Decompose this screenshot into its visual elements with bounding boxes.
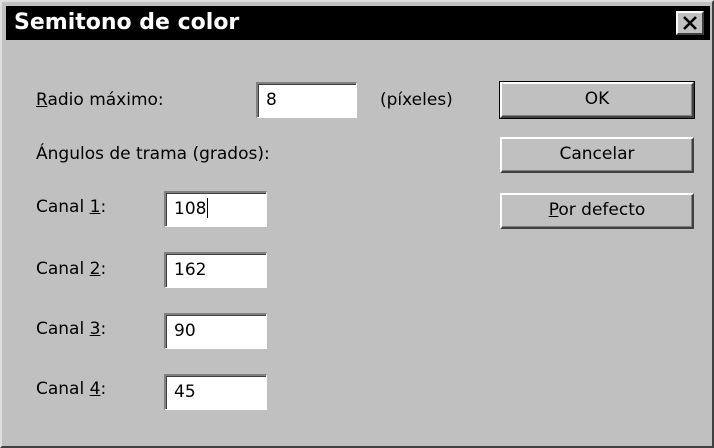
- channel-4-label-suffix: :: [100, 379, 107, 399]
- channel-2-mnemonic: 2: [89, 259, 101, 279]
- channel-1-label-suffix: :: [100, 197, 107, 217]
- max-radius-label: Radio máximo:: [36, 90, 164, 110]
- channel-2-label: Canal 2:: [36, 259, 106, 279]
- window-title: Semitono de color: [14, 10, 240, 35]
- defaults-label-text: or defecto: [558, 200, 646, 220]
- channel-3-label: Canal 3:: [36, 319, 106, 339]
- channel-1-value: 108: [174, 199, 207, 219]
- channel-1-label-prefix: Canal: [36, 197, 90, 217]
- channel-3-input[interactable]: 90: [164, 313, 267, 349]
- channel-1-mnemonic: 1: [89, 197, 101, 217]
- channel-4-label: Canal 4:: [36, 379, 106, 399]
- channel-3-label-prefix: Canal: [36, 319, 90, 339]
- title-bar[interactable]: Semitono de color: [6, 6, 710, 40]
- max-radius-mnemonic: R: [36, 90, 48, 110]
- max-radius-input[interactable]: 8: [256, 82, 357, 118]
- close-button[interactable]: [676, 11, 704, 35]
- channel-4-label-prefix: Canal: [36, 379, 90, 399]
- cancel-button[interactable]: Cancelar: [500, 137, 694, 173]
- max-radius-label-text: adio máximo:: [47, 90, 164, 110]
- channel-3-label-suffix: :: [100, 319, 107, 339]
- defaults-mnemonic: P: [548, 200, 559, 220]
- ok-button[interactable]: OK: [499, 81, 695, 119]
- screen-angles-heading: Ángulos de trama (grados):: [36, 144, 270, 164]
- channel-2-input[interactable]: 162: [164, 252, 267, 288]
- channel-4-input[interactable]: 45: [164, 374, 267, 410]
- text-caret: [207, 198, 209, 218]
- channel-4-mnemonic: 4: [89, 379, 101, 399]
- channel-2-label-suffix: :: [100, 259, 107, 279]
- defaults-button[interactable]: Por defecto: [500, 193, 694, 229]
- channel-1-label: Canal 1:: [36, 197, 106, 217]
- channel-1-input[interactable]: 108: [164, 191, 267, 227]
- channel-3-mnemonic: 3: [89, 319, 101, 339]
- channel-2-label-prefix: Canal: [36, 259, 90, 279]
- halftone-dialog: Semitono de color Radio máximo: 8 (píxel…: [0, 0, 714, 448]
- close-icon: [683, 16, 697, 30]
- pixels-unit-label: (píxeles): [380, 90, 453, 110]
